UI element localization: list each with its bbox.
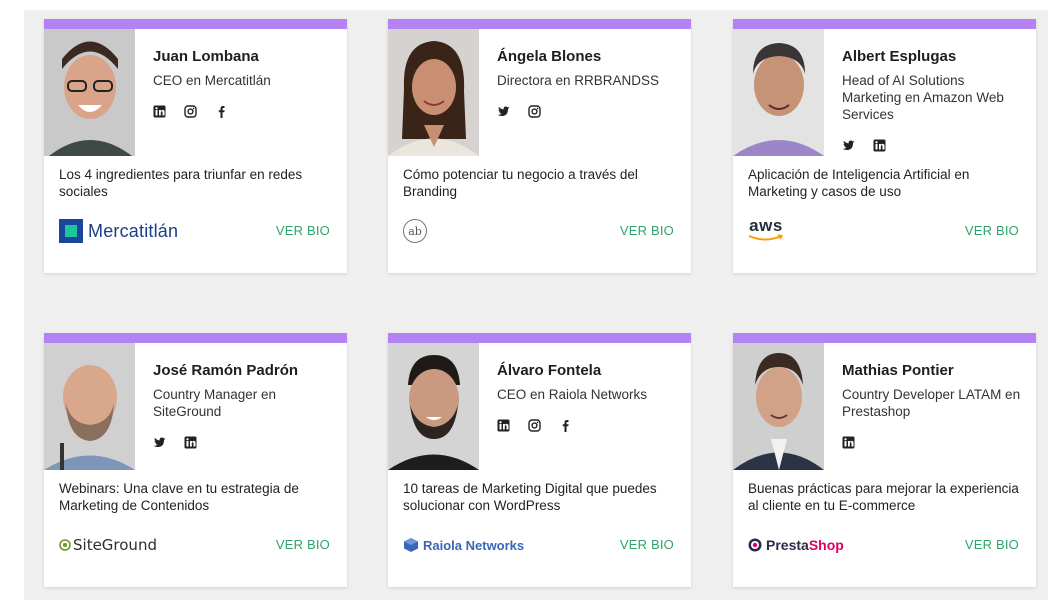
social-links [153, 435, 337, 449]
speaker-name: Juan Lombana [153, 48, 259, 65]
speaker-card: Mathias Pontier Country Developer LATAM … [733, 333, 1036, 587]
instagram-icon[interactable] [528, 418, 541, 432]
facebook-icon[interactable] [559, 419, 572, 432]
talk-title: Cómo potenciar tu negocio a través del B… [403, 167, 638, 199]
aws-smile-icon [748, 234, 784, 241]
linkedin-icon[interactable] [184, 436, 197, 449]
mercatitlan-logo-mark [59, 219, 83, 243]
speaker-role: Country Manager en SiteGround [153, 387, 277, 419]
speaker-role: CEO en Mercatitlán [153, 73, 271, 88]
company-logo: Raiola Networks [403, 532, 524, 558]
ver-bio-link[interactable]: VER BIO [620, 537, 674, 552]
card-accent-bar [733, 333, 1036, 343]
ver-bio-link[interactable]: VER BIO [276, 223, 330, 238]
facebook-icon[interactable] [215, 105, 228, 118]
talk-title: Los 4 ingredientes para triunfar en rede… [59, 167, 303, 199]
speaker-name: Álvaro Fontela [497, 362, 602, 379]
speaker-name: José Ramón Padrón [153, 362, 299, 379]
social-links [153, 104, 337, 118]
talk-title: 10 tareas de Marketing Digital que puede… [403, 481, 657, 513]
social-links [842, 435, 1026, 449]
company-logo: aws [748, 216, 784, 244]
speaker-name: Albert Esplugas [842, 48, 957, 65]
speaker-name: Mathias Pontier [842, 362, 954, 379]
speaker-card: Juan Lombana CEO en Mercatitlán Los 4 in… [44, 19, 347, 273]
siteground-logo-mark [59, 539, 71, 551]
speaker-role: Directora en RRBRANDSS [497, 73, 660, 88]
ver-bio-link[interactable]: VER BIO [620, 223, 674, 238]
talk-title: Webinars: Una clave en tu estrategia de … [59, 481, 299, 513]
speaker-card: Albert Esplugas Head of AI Solutions Mar… [733, 19, 1036, 273]
ver-bio-link[interactable]: VER BIO [276, 537, 330, 552]
company-logo-text: ab [403, 219, 427, 243]
linkedin-icon[interactable] [873, 139, 886, 152]
twitter-icon[interactable] [153, 436, 166, 449]
twitter-icon[interactable] [497, 105, 510, 118]
linkedin-icon[interactable] [842, 436, 855, 449]
social-links [497, 418, 681, 432]
company-logo-text-accent: Shop [808, 537, 844, 553]
linkedin-icon[interactable] [497, 419, 510, 432]
company-logo-text: Presta [766, 537, 809, 553]
speaker-name: Ángela Blones [497, 48, 602, 65]
instagram-icon[interactable] [184, 104, 197, 118]
company-logo-text: Raiola Networks [423, 537, 525, 553]
card-accent-bar [44, 19, 347, 29]
card-accent-bar [388, 19, 691, 29]
speaker-photo [388, 343, 479, 470]
speaker-role: Head of AI Solutions Marketing en Amazon… [842, 73, 1004, 122]
talk-title: Aplicación de Inteligencia Artificial en… [748, 167, 970, 199]
social-links [497, 104, 681, 118]
card-accent-bar [733, 19, 1036, 29]
twitter-icon[interactable] [842, 139, 855, 152]
company-logo-text: Mercatitlán [88, 220, 179, 241]
speaker-photo [733, 343, 824, 470]
speaker-role: Country Developer LATAM en Prestashop [842, 387, 1021, 419]
instagram-icon[interactable] [528, 104, 541, 118]
talk-title: Buenas prácticas para mejorar la experie… [748, 481, 1019, 513]
company-logo: Presta Shop [748, 532, 844, 558]
company-logo: Mercatitlán [59, 218, 178, 244]
company-logo: ab [403, 218, 427, 244]
linkedin-icon[interactable] [153, 105, 166, 118]
speaker-card: José Ramón Padrón Country Manager en Sit… [44, 333, 347, 587]
speaker-photo [733, 29, 824, 156]
speaker-card: Álvaro Fontela CEO en Raiola Networks 10… [388, 333, 691, 587]
ver-bio-link[interactable]: VER BIO [965, 223, 1019, 238]
speaker-photo [44, 343, 135, 470]
card-accent-bar [388, 333, 691, 343]
speaker-role: CEO en Raiola Networks [497, 387, 648, 402]
raiola-logo-mark [404, 538, 418, 552]
speaker-photo [388, 29, 479, 156]
social-links [842, 138, 1026, 152]
company-logo-text: aws [749, 216, 783, 235]
company-logo: SiteGround [59, 532, 157, 558]
speaker-photo [44, 29, 135, 156]
prestashop-logo-mark [748, 538, 762, 552]
card-accent-bar [44, 333, 347, 343]
company-logo-text: SiteGround [73, 536, 157, 554]
ver-bio-link[interactable]: VER BIO [965, 537, 1019, 552]
speaker-card: Ángela Blones Directora en RRBRANDSS Cóm… [388, 19, 691, 273]
